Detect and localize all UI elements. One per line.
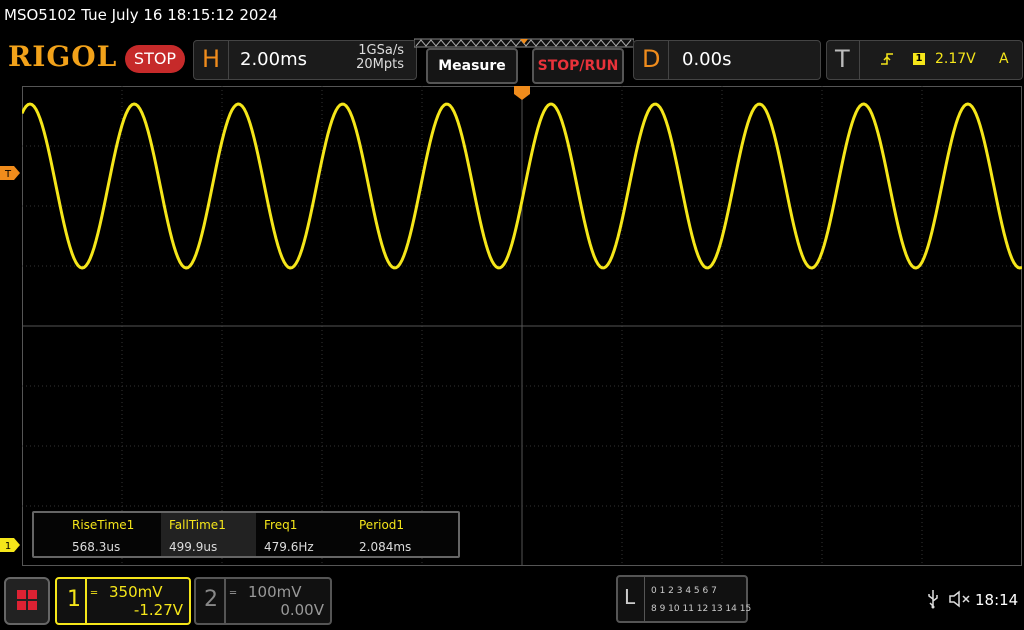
divider: [85, 579, 87, 623]
trigger-mode: A: [999, 51, 1009, 67]
sample-info: 1GSa/s 20Mpts: [344, 44, 404, 72]
rising-edge-icon: [881, 53, 893, 65]
trigger-level: 2.17V: [935, 51, 976, 67]
delay-letter: D: [642, 45, 661, 73]
channel1-offset-marker[interactable]: 1: [0, 538, 20, 552]
measurement-value: 499.9us: [169, 540, 218, 554]
channel1-settings[interactable]: 1 ═ 350mV -1.27V: [55, 577, 191, 625]
usb-icon: [928, 590, 938, 609]
logic-channels-row1: 0 1 2 3 4 5 6 7: [651, 586, 717, 596]
trigger-panel[interactable]: T 1 2.17V A: [826, 40, 1023, 80]
logic-letter: L: [624, 585, 636, 609]
divider: [224, 579, 226, 623]
grid-lines: [22, 86, 1022, 566]
measurement-panel[interactable]: RiseTime1 568.3us FallTime1 499.9us Freq…: [32, 511, 460, 558]
speaker-muted-icon[interactable]: [948, 589, 972, 609]
rigol-logo: RIGOL: [8, 40, 118, 73]
horizontal-letter: H: [202, 45, 221, 73]
trigger-letter: T: [835, 45, 850, 73]
sample-rate: 1GSa/s: [358, 43, 404, 58]
trigger-level-marker[interactable]: T: [0, 166, 20, 180]
channel2-number: 2: [204, 587, 218, 612]
trigger-marker-label: T: [4, 169, 12, 180]
status-title: MSO5102 Tue July 16 18:15:12 2024: [4, 6, 278, 24]
channel1-marker-label: 1: [5, 541, 11, 552]
measurement-item[interactable]: RiseTime1 568.3us: [64, 513, 159, 556]
measurement-name: RiseTime1: [72, 518, 135, 532]
trigger-position-marker[interactable]: [514, 86, 530, 100]
dc-coupling-icon: ═: [230, 588, 237, 599]
waveform-grid[interactable]: [22, 86, 1022, 566]
measurement-name: Period1: [359, 518, 405, 532]
delay-panel[interactable]: D 0.00s: [633, 40, 821, 80]
channel2-scale: 100mV: [248, 583, 302, 601]
horizontal-panel[interactable]: H 2.00ms 1GSa/s 20Mpts: [193, 40, 417, 80]
logic-analyzer-panel[interactable]: L 0 1 2 3 4 5 6 7 8 9 10 11 12 13 14 15: [616, 575, 752, 623]
home-button[interactable]: [4, 577, 50, 625]
stop-run-button[interactable]: STOP/RUN: [532, 48, 624, 84]
delay-value: 0.00s: [682, 49, 732, 70]
measure-button[interactable]: Measure: [426, 48, 518, 84]
divider: [668, 41, 669, 79]
run-state-badge[interactable]: STOP: [125, 45, 185, 73]
measurement-value: 479.6Hz: [264, 540, 314, 554]
measurement-name: Freq1: [264, 518, 298, 532]
channel2-offset: 0.00V: [280, 601, 324, 619]
grid-menu-icon: [17, 590, 37, 610]
divider: [644, 577, 645, 621]
channel1-offset: -1.27V: [133, 601, 183, 619]
timebase-value: 2.00ms: [240, 49, 307, 70]
measurement-item[interactable]: Period1 2.084ms: [351, 513, 446, 556]
system-clock: 18:14: [975, 591, 1019, 609]
measurement-value: 2.084ms: [359, 540, 412, 554]
divider: [859, 41, 860, 79]
channel1-scale: 350mV: [109, 583, 163, 601]
trigger-position-bar: [414, 38, 634, 48]
channel2-settings[interactable]: 2 ═ 100mV 0.00V: [194, 577, 332, 625]
logic-channels-row2: 8 9 10 11 12 13 14 15: [651, 604, 752, 614]
measurement-value: 568.3us: [72, 540, 121, 554]
trigger-source-badge: 1: [913, 53, 925, 65]
channel1-number: 1: [67, 587, 81, 612]
measurement-name: FallTime1: [169, 518, 226, 532]
divider: [228, 41, 229, 79]
measurement-item[interactable]: FallTime1 499.9us: [161, 513, 256, 556]
dc-coupling-icon: ═: [91, 588, 98, 599]
measurement-item[interactable]: Freq1 479.6Hz: [256, 513, 351, 556]
memory-depth: 20Mpts: [356, 57, 404, 72]
